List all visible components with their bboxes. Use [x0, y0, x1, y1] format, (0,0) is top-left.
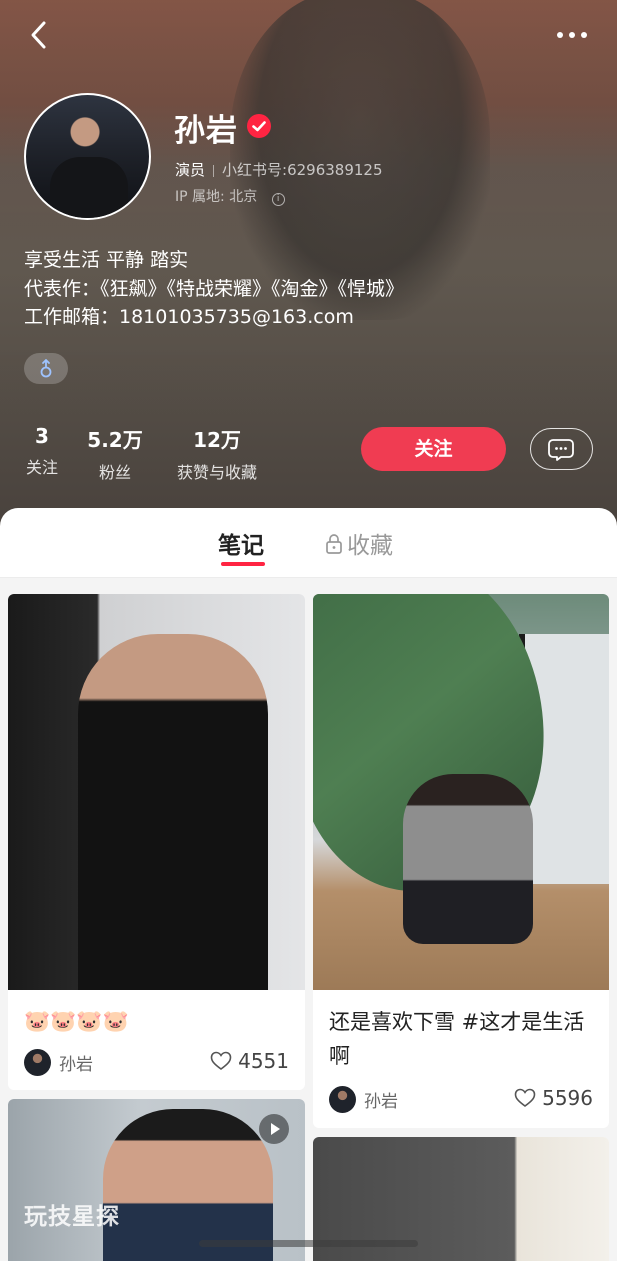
info-icon[interactable]: i: [271, 193, 285, 206]
message-button[interactable]: [530, 428, 593, 470]
bio-line: 工作邮箱：18101035735@163.com: [24, 306, 354, 328]
stat-likes-collects[interactable]: 12万 获赞与收藏: [170, 424, 264, 483]
bio-line: 代表作：《狂飙》《特战荣耀》《淘金》《悍城》: [24, 277, 405, 300]
avatar[interactable]: [24, 93, 151, 220]
author-avatar: [24, 1049, 51, 1076]
ip-location: IP 属地: 北京 i: [175, 186, 285, 206]
author-avatar: [329, 1086, 356, 1113]
like-count: 4551: [238, 1049, 289, 1073]
profile-role: 演员: [175, 161, 206, 179]
note-card[interactable]: 玩技星探: [8, 1099, 305, 1261]
note-author[interactable]: 孙岩: [24, 1049, 93, 1076]
author-name: 孙岩: [59, 1055, 93, 1075]
note-cover-image: [8, 594, 305, 990]
more-button[interactable]: [552, 22, 592, 48]
like-button[interactable]: 4551: [210, 1049, 289, 1073]
note-title: 还是喜欢下雪 #这才是生活啊: [329, 1010, 585, 1068]
stat-following[interactable]: 3 关注: [22, 424, 62, 478]
note-cover-image: [313, 594, 609, 990]
like-button[interactable]: 5596: [514, 1086, 593, 1110]
heart-icon: [514, 1088, 536, 1107]
back-button[interactable]: [22, 18, 58, 54]
note-author[interactable]: 孙岩: [329, 1086, 398, 1113]
notes-feed: 🐷🐷🐷🐷 孙岩 4551 还是喜欢下雪 #这才是生活啊 孙岩 5596 玩技星探: [0, 578, 617, 1261]
note-card[interactable]: 🐷🐷🐷🐷 孙岩 4551: [8, 594, 305, 1090]
tab-notes[interactable]: 笔记: [218, 526, 264, 560]
tab-bar: 笔记 收藏: [0, 508, 617, 578]
more-icon: [557, 32, 587, 38]
note-cover-image: 玩技星探: [8, 1099, 305, 1261]
watermark-text: 玩技星探: [24, 1204, 120, 1230]
message-icon: [548, 439, 574, 461]
red-id-label: 小红书号:: [222, 161, 288, 179]
like-count: 5596: [542, 1086, 593, 1110]
tab-active-indicator: [221, 562, 265, 566]
bio-line: 享受生活 平静 踏实: [24, 249, 189, 271]
profile-name: 孙岩: [174, 113, 238, 149]
verified-icon: [247, 114, 271, 138]
play-icon: [259, 1114, 289, 1144]
profile-meta: 演员 小红书号:6296389125: [175, 159, 383, 180]
home-indicator: [199, 1240, 418, 1247]
tab-collections-label: 收藏: [347, 533, 393, 559]
gender-tag: [24, 353, 68, 384]
tab-collections[interactable]: 收藏: [325, 526, 393, 560]
profile-header: 孙岩 演员 小红书号:6296389125 IP 属地: 北京 i 享受生活 平静…: [0, 0, 617, 540]
author-name: 孙岩: [364, 1092, 398, 1112]
ip-label: IP 属地:: [175, 189, 225, 205]
follow-button[interactable]: 关注: [361, 427, 506, 471]
note-card[interactable]: 还是喜欢下雪 #这才是生活啊 孙岩 5596: [313, 594, 609, 1128]
note-title: 🐷🐷🐷🐷: [24, 1009, 129, 1033]
back-icon: [31, 21, 46, 49]
heart-icon: [210, 1051, 232, 1070]
profile-bio: 享受生活 平静 踏实 代表作：《狂飙》《特战荣耀》《淘金》《悍城》 工作邮箱：1…: [24, 246, 404, 332]
red-id: 6296389125: [287, 161, 383, 179]
male-icon: [40, 359, 52, 378]
lock-icon: [326, 534, 342, 554]
ip-value: 北京: [229, 189, 258, 205]
stat-followers[interactable]: 5.2万 粉丝: [84, 424, 146, 483]
